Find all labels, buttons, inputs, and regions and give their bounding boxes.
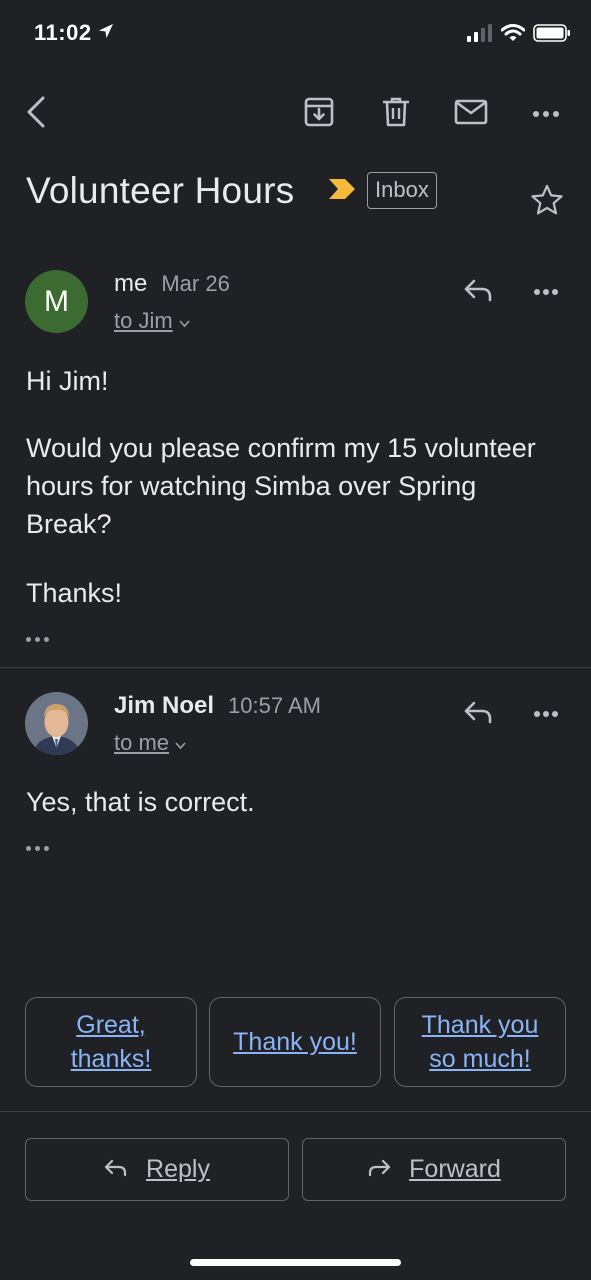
status-time: 11:02: [34, 20, 92, 45]
home-indicator[interactable]: [190, 1259, 401, 1266]
divider: [0, 1111, 591, 1112]
forward-label: Forward: [409, 1155, 501, 1183]
sender-name: me: [114, 270, 148, 297]
delete-button[interactable]: [370, 86, 422, 142]
more-horizontal-icon: [532, 105, 560, 123]
smart-reply-button[interactable]: Thank you!: [209, 997, 381, 1087]
recipient-label: to me: [114, 730, 170, 755]
reply-icon: [463, 700, 493, 729]
status-bar: 11:02: [0, 0, 591, 70]
location-arrow-icon: [98, 23, 114, 44]
recipient-details-toggle[interactable]: to Jim: [114, 308, 190, 334]
mail-icon: [454, 99, 488, 130]
divider: [0, 667, 591, 668]
archive-icon: [304, 97, 334, 132]
more-horizontal-icon: [533, 283, 559, 301]
forward-action-button[interactable]: Forward: [302, 1138, 566, 1201]
message-body-line: Yes, that is correct.: [26, 787, 255, 817]
mark-unread-button[interactable]: [445, 86, 497, 142]
sender-name: Jim Noel: [114, 692, 215, 719]
more-options-button[interactable]: [520, 86, 572, 142]
avatar: M: [25, 270, 88, 333]
avatar: [25, 692, 88, 755]
show-trimmed-content-button[interactable]: [26, 632, 56, 646]
smart-reply-button[interactable]: Thank you so much!: [394, 997, 566, 1087]
show-trimmed-content-button[interactable]: [26, 841, 56, 855]
battery-icon: [533, 24, 571, 47]
profile-photo-icon: [25, 692, 88, 755]
archive-button[interactable]: [293, 86, 345, 142]
message-more-button[interactable]: [524, 274, 568, 310]
message-date: Mar 26: [161, 271, 230, 296]
back-button[interactable]: [10, 86, 62, 142]
reply-button[interactable]: [456, 274, 500, 310]
wifi-icon: [500, 24, 526, 47]
reply-button[interactable]: [456, 696, 500, 732]
status-time-group: 11:02: [34, 20, 114, 46]
message-body-line: Would you please confirm my 15 volunteer…: [26, 433, 536, 539]
recipient-label: to Jim: [114, 308, 173, 333]
toolbar: [0, 86, 591, 142]
message-header-2[interactable]: Jim Noel 10:57 AM to me: [0, 692, 591, 772]
chevron-left-icon: [24, 95, 48, 134]
reply-icon: [104, 1155, 128, 1184]
star-icon: [531, 184, 563, 221]
star-button[interactable]: [529, 184, 565, 220]
chevron-down-icon: [179, 308, 190, 334]
recipient-details-toggle[interactable]: to me: [114, 730, 186, 756]
trash-icon: [382, 97, 410, 132]
message-time: 10:57 AM: [228, 693, 321, 718]
sender-line: Jim Noel 10:57 AM: [114, 692, 321, 720]
status-icons: [467, 24, 571, 47]
reply-icon: [463, 278, 493, 307]
subject-row: Volunteer Hours Inbox: [26, 166, 571, 226]
message-body-line: Hi Jim!: [26, 366, 109, 396]
more-horizontal-icon: [533, 705, 559, 723]
cellular-signal-icon: [467, 24, 493, 47]
sender-line: me Mar 26: [114, 270, 230, 298]
avatar-initial: M: [44, 284, 69, 318]
inbox-label-chip[interactable]: Inbox: [367, 172, 437, 209]
message-body-line: Thanks!: [26, 578, 123, 608]
forward-icon: [367, 1155, 391, 1184]
email-subject: Volunteer Hours: [26, 170, 295, 211]
reply-label: Reply: [146, 1155, 210, 1183]
importance-marker-icon[interactable]: [328, 178, 356, 205]
message-header-1[interactable]: M me Mar 26 to Jim: [0, 270, 591, 350]
chevron-down-icon: [175, 730, 186, 756]
smart-reply-button[interactable]: Great, thanks!: [25, 997, 197, 1087]
message-more-button[interactable]: [524, 696, 568, 732]
reply-action-button[interactable]: Reply: [25, 1138, 289, 1201]
